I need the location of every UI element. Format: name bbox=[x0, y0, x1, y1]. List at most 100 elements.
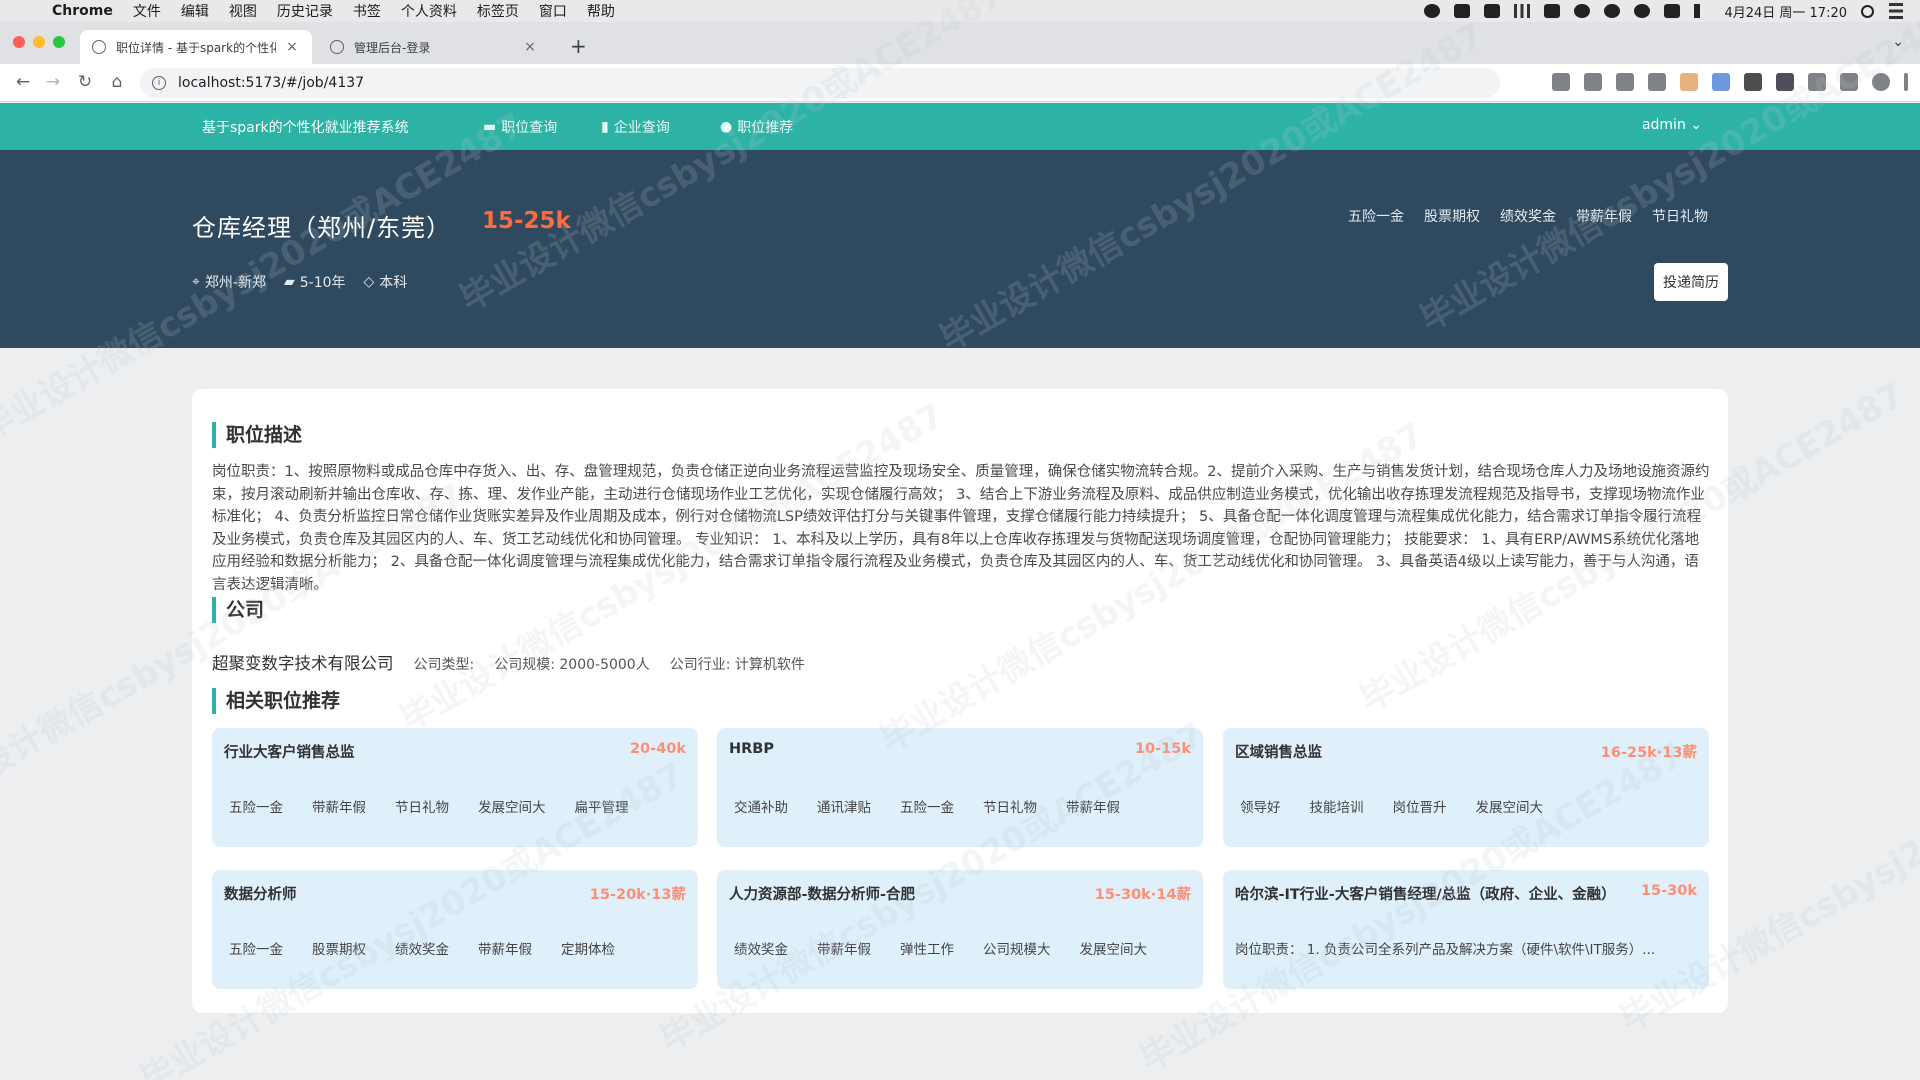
extension-icon[interactable] bbox=[1776, 73, 1794, 91]
related-job-card[interactable]: 人力资源部-数据分析师-合肥 15-30k·14薪绩效奖金 带薪年假 弹性工作 公司规模… bbox=[717, 870, 1203, 989]
tab-search-chevron-icon[interactable]: ⌄ bbox=[1892, 34, 1904, 50]
related-job-card[interactable]: HRBP 10-15k 交通补助 通讯津贴 五险一金 节日礼物 带薪年假 bbox=[717, 728, 1203, 847]
menu-chrome[interactable]: Chrome bbox=[52, 3, 113, 19]
welfare-tag: 带薪年假 bbox=[478, 942, 532, 958]
address-bar[interactable]: i localhost:5173/#/job/4137 bbox=[140, 68, 1500, 98]
adobe-icon[interactable] bbox=[1544, 4, 1561, 18]
forward-arrow-icon[interactable]: → bbox=[42, 72, 64, 92]
url-text[interactable]: localhost:5173/#/job/4137 bbox=[178, 75, 364, 91]
settings-icon[interactable] bbox=[1424, 4, 1441, 18]
side-panel-icon[interactable] bbox=[1840, 73, 1858, 91]
welfare-tag: 带薪年假 bbox=[817, 942, 871, 958]
welfare-tag: 发展空间大 bbox=[478, 800, 546, 816]
home-icon[interactable]: ⌂ bbox=[106, 72, 128, 92]
window-zoom-button[interactable] bbox=[53, 36, 65, 48]
welfare-tag: 五险一金 bbox=[229, 800, 283, 816]
input-method-icon[interactable] bbox=[1664, 4, 1681, 18]
translate-icon[interactable] bbox=[1584, 73, 1602, 91]
section-title-company: 公司 bbox=[212, 597, 264, 623]
menu-help[interactable]: 帮助 bbox=[587, 1, 615, 21]
back-arrow-icon[interactable]: ← bbox=[12, 72, 34, 92]
welfare-tag: 节日礼物 bbox=[1652, 209, 1708, 225]
nav-job-search[interactable]: ▬ 职位查询 bbox=[483, 117, 557, 137]
location-pin-icon: ⌖ bbox=[192, 274, 200, 290]
related-job-card[interactable]: 行业大客户销售总监 20-40k 五险一金 带薪年假 节日礼物 发展空间大 扁平管理 bbox=[212, 728, 698, 847]
wechat-icon[interactable] bbox=[1604, 4, 1621, 18]
record-icon[interactable] bbox=[1454, 4, 1471, 18]
extension-icon[interactable] bbox=[1680, 73, 1698, 91]
welfare-tag: 领导好 bbox=[1240, 800, 1281, 816]
app-tray-icon[interactable] bbox=[1484, 4, 1501, 18]
related-job-title[interactable]: 数据分析师 bbox=[224, 883, 297, 904]
nav-company-search[interactable]: ▮ 企业查询 bbox=[601, 117, 670, 137]
welfare-tag: 带薪年假 bbox=[1576, 209, 1632, 225]
related-job-title[interactable]: 区域销售总监 bbox=[1235, 741, 1322, 762]
new-tab-button[interactable]: + bbox=[570, 34, 587, 58]
nav-job-recommend[interactable]: ● 职位推荐 bbox=[720, 117, 793, 137]
browser-tab-active[interactable]: 职位详情 - 基于spark的个性化就 × bbox=[80, 30, 312, 64]
tab-title: 管理后台-登录 bbox=[354, 40, 431, 55]
menu-bar-tray: 4月24日 周一 17:20 bbox=[1424, 0, 1904, 22]
profile-avatar-icon[interactable] bbox=[1872, 73, 1890, 91]
related-job-card[interactable]: 区域销售总监 16-25k·13薪 领导好 技能培训 岗位晋升 发展空间大 bbox=[1223, 728, 1709, 847]
clock[interactable]: 4月24日 周一 17:20 bbox=[1724, 2, 1847, 21]
tab-close-icon[interactable]: × bbox=[522, 39, 538, 55]
signal-icon[interactable] bbox=[1514, 4, 1531, 18]
macos-menu-bar: Chrome 文件 编辑 视图 历史记录 书签 个人资料 标签页 窗口 帮助 4… bbox=[0, 0, 1920, 22]
company-info: 超聚变数字技术有限公司 公司类型: 公司规模: 2000-5000人 公司行业:… bbox=[212, 650, 805, 674]
related-job-tags: 领导好 技能培训 岗位晋升 发展空间大 bbox=[1235, 796, 1548, 816]
nav-label: 企业查询 bbox=[613, 120, 670, 136]
site-brand[interactable]: 基于spark的个性化就业推荐系统 bbox=[202, 117, 409, 137]
menu-edit[interactable]: 编辑 bbox=[181, 1, 209, 21]
network-icon[interactable] bbox=[1574, 4, 1591, 18]
menu-history[interactable]: 历史记录 bbox=[277, 1, 333, 21]
bookmark-star-icon[interactable] bbox=[1648, 73, 1666, 91]
menu-file[interactable]: 文件 bbox=[133, 1, 161, 21]
menu-bookmarks[interactable]: 书签 bbox=[353, 1, 381, 21]
related-job-title[interactable]: 人力资源部-数据分析师-合肥 bbox=[729, 883, 915, 904]
browser-tab[interactable]: 管理后台-登录 × bbox=[318, 30, 550, 64]
related-job-title[interactable]: 行业大客户销售总监 bbox=[224, 741, 355, 762]
volume-icon[interactable] bbox=[1694, 4, 1710, 18]
menu-window[interactable]: 窗口 bbox=[539, 1, 567, 21]
tab-close-icon[interactable]: × bbox=[284, 39, 300, 55]
job-header: 仓库经理（郑州/东莞） 15-25k ⌖ 郑州-新郑 ▰ 5-10年 ◇ 本科 五险一… bbox=[0, 150, 1920, 348]
puzzle-icon[interactable] bbox=[1808, 73, 1826, 91]
flag-icon: ▬ bbox=[483, 119, 497, 135]
related-job-title[interactable]: 哈尔滨-IT行业-大客户销售经理/总监（政府、企业、金融） bbox=[1235, 883, 1616, 904]
spotlight-search-icon[interactable] bbox=[1861, 4, 1874, 18]
menu-view[interactable]: 视图 bbox=[229, 1, 257, 21]
related-job-salary: 15-30k bbox=[1640, 883, 1697, 899]
reload-icon[interactable]: ↻ bbox=[74, 72, 96, 92]
menu-tabs[interactable]: 标签页 bbox=[477, 1, 519, 21]
related-job-tags: 交通补助 通讯津贴 五险一金 节日礼物 带薪年假 bbox=[729, 796, 1125, 816]
site-info-icon[interactable]: i bbox=[152, 76, 166, 90]
control-center-icon[interactable] bbox=[1889, 3, 1903, 19]
related-job-card[interactable]: 数据分析师 15-20k·13薪 五险一金 股票期权 绩效奖金 带薪年假 定期体检 bbox=[212, 870, 698, 989]
related-job-summary: 岗位职责： 1. 负责公司全系列产品及解决方案（硬件\软件\IT服务）... bbox=[1235, 942, 1656, 958]
extension-icon[interactable] bbox=[1744, 73, 1762, 91]
key-icon[interactable] bbox=[1552, 73, 1570, 91]
related-job-card[interactable]: 哈尔滨-IT行业-大客户销售经理/总监（政府、企业、金融） 15-30k 岗位职责：… bbox=[1223, 870, 1709, 989]
wechat-work-icon[interactable] bbox=[1634, 4, 1651, 18]
share-icon[interactable] bbox=[1616, 73, 1634, 91]
window-close-button[interactable] bbox=[13, 36, 25, 48]
apply-button[interactable]: 投递简历 bbox=[1654, 263, 1728, 301]
education-text: 本科 bbox=[379, 275, 408, 291]
browser-tab-strip: 职位详情 - 基于spark的个性化就 × 管理后台-登录 × + ⌄ bbox=[0, 22, 1920, 64]
window-minimize-button[interactable] bbox=[33, 36, 45, 48]
user-menu[interactable]: admin ⌄ bbox=[1642, 117, 1702, 133]
menu-profile[interactable]: 个人资料 bbox=[401, 1, 457, 21]
globe-icon bbox=[330, 40, 344, 54]
related-job-salary: 15-30k·14薪 bbox=[1094, 887, 1191, 903]
briefcase-icon: ▰ bbox=[283, 274, 295, 290]
related-job-salary: 15-20k·13薪 bbox=[589, 887, 686, 903]
extension-icons bbox=[1552, 73, 1908, 91]
site-navbar: 基于spark的个性化就业推荐系统 ▬ 职位查询 ▮ 企业查询 ● 职位推荐 a… bbox=[0, 103, 1920, 150]
more-menu-icon[interactable] bbox=[1904, 73, 1908, 91]
company-name[interactable]: 超聚变数字技术有限公司 bbox=[212, 650, 394, 674]
extension-icon[interactable] bbox=[1712, 73, 1730, 91]
globe-icon bbox=[92, 40, 106, 54]
related-job-title[interactable]: HRBP bbox=[729, 741, 774, 757]
related-job-tags: 绩效奖金 带薪年假 弹性工作 公司规模大 发展空间大 bbox=[729, 938, 1152, 958]
